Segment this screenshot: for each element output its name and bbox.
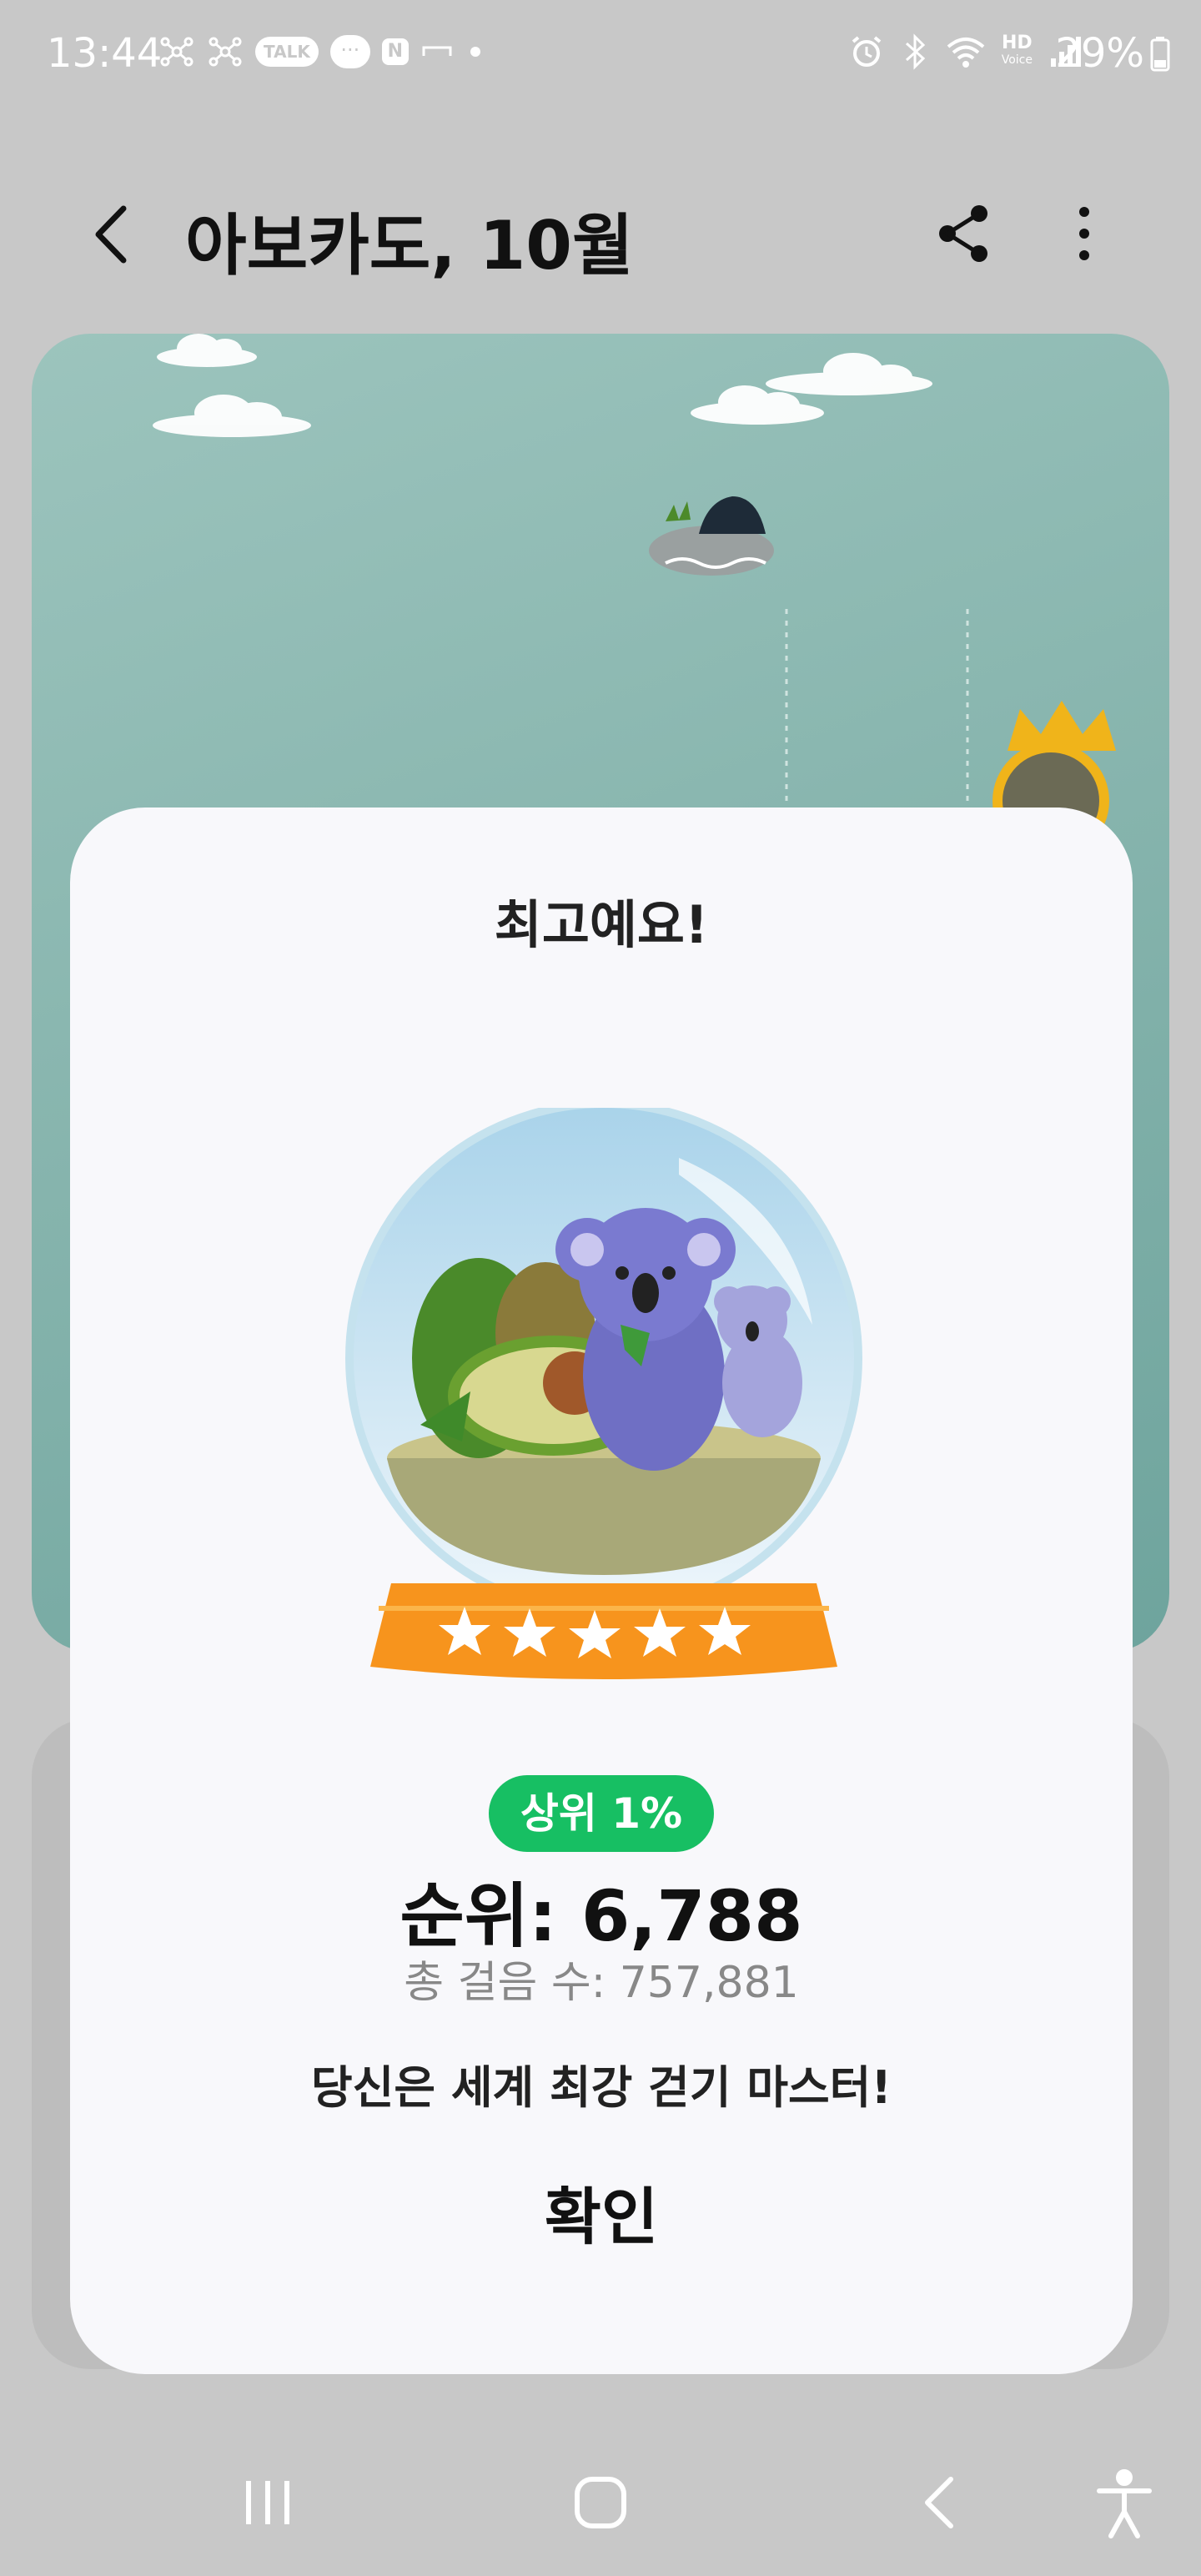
rank-value: 순위: 6,788	[399, 1875, 803, 1957]
kakaotalk-icon: TALK	[255, 37, 319, 67]
battery-percent: 29%	[1055, 30, 1144, 77]
page-title: 아보카도, 10월	[185, 207, 634, 284]
dot-icon	[470, 47, 480, 57]
battery-icon	[1150, 37, 1170, 72]
chevron-left-icon	[95, 205, 127, 264]
wifi-icon	[947, 38, 985, 68]
more-options-button[interactable]	[1059, 200, 1109, 267]
nav-back-icon	[925, 2477, 953, 2528]
status-bar: 13:44 TALK ··· N HD Voice 29%	[0, 0, 1201, 108]
nav-back-button[interactable]	[911, 2469, 969, 2536]
more-vertical-icon	[1079, 207, 1089, 260]
network-icon-2	[209, 37, 242, 67]
dialog-title: 최고예요!	[494, 894, 709, 955]
network-icon	[160, 37, 193, 67]
naver-icon: N	[381, 38, 409, 65]
snow-globe-badge	[329, 1099, 879, 1692]
chat-bubble-icon: ···	[329, 35, 370, 68]
recent-apps-button[interactable]	[239, 2469, 297, 2536]
snow-globe-illustration	[345, 1099, 862, 1679]
home-button[interactable]	[567, 2469, 634, 2536]
status-time: 13:44	[47, 30, 163, 77]
alarm-icon	[852, 36, 882, 67]
bluetooth-icon	[905, 33, 925, 70]
share-icon	[939, 205, 987, 262]
share-button[interactable]	[934, 200, 994, 267]
accessibility-button[interactable]	[1093, 2466, 1156, 2541]
notification-icons: TALK ··· N	[158, 33, 485, 70]
top-app-bar: 아보카도, 10월	[0, 167, 1201, 300]
system-icons: HD Voice	[848, 33, 1084, 70]
navigation-bar	[0, 2436, 1201, 2576]
achievement-message: 당신은 세계 최강 걷기 마스터!	[311, 2061, 892, 2114]
home-icon	[575, 2477, 626, 2528]
accessibility-icon	[1097, 2469, 1152, 2538]
minus-icon	[422, 46, 452, 56]
recent-apps-icon	[246, 2481, 289, 2524]
achievement-dialog: 최고예요! 상위 1% 순위: 6,788 총 걸음 수: 757,881 당신…	[70, 808, 1133, 2374]
hd-voice-icon: HD Voice	[1001, 33, 1033, 68]
battery-status: 29%	[1055, 30, 1171, 77]
top-percent-badge: 상위 1%	[489, 1775, 714, 1852]
total-steps: 총 걸음 수: 757,881	[404, 1958, 799, 2008]
back-button[interactable]	[80, 197, 147, 272]
confirm-button[interactable]: 확인	[435, 2159, 768, 2276]
